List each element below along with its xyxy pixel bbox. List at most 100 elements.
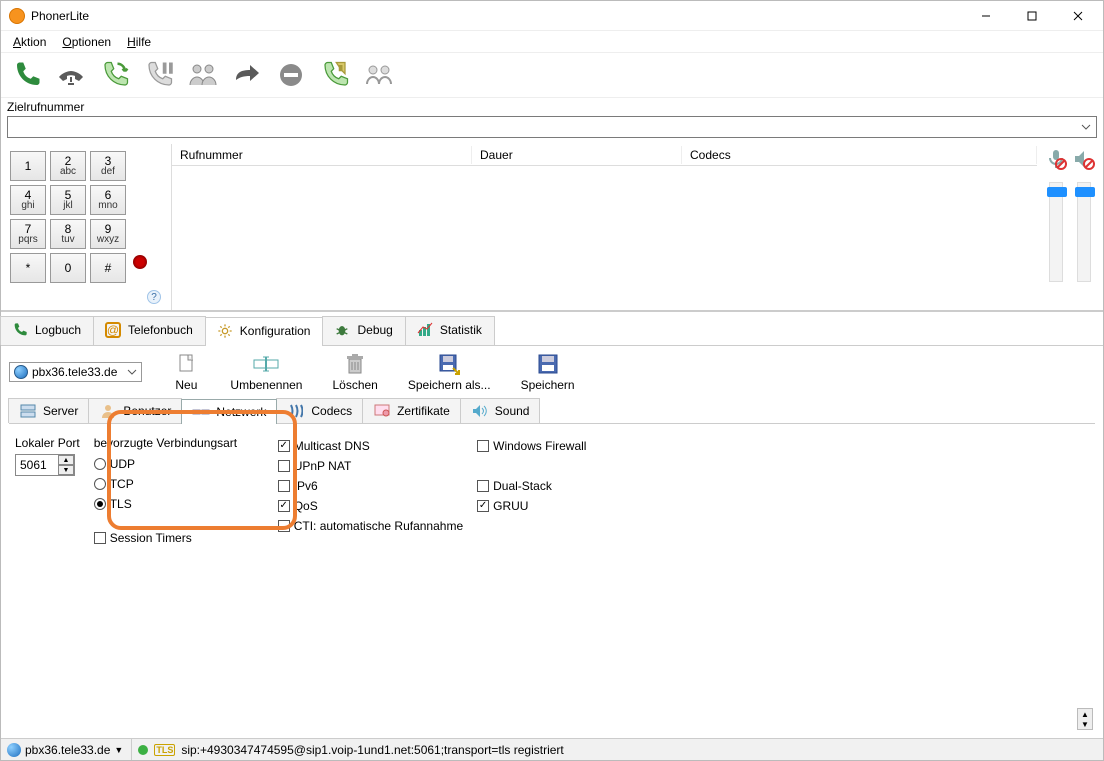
key-3[interactable]: 3def xyxy=(90,151,126,181)
tab-label: Telefonbuch xyxy=(128,323,193,337)
radio-udp[interactable]: UDP xyxy=(94,454,264,474)
dial-label: Zielrufnummer xyxy=(7,100,1097,114)
check-qos[interactable]: QoS xyxy=(278,496,463,516)
rename-button[interactable]: Umbenennen xyxy=(230,352,302,392)
chevron-down-icon[interactable] xyxy=(1078,119,1094,135)
redial-icon[interactable] xyxy=(95,57,135,93)
delete-button[interactable]: Löschen xyxy=(332,352,377,392)
check-windows-firewall[interactable]: Windows Firewall xyxy=(477,436,586,456)
key-5[interactable]: 5jkl xyxy=(50,185,86,215)
tab-statistik[interactable]: Statistik xyxy=(405,316,495,345)
call-waiting-icon[interactable] xyxy=(315,57,355,93)
chevron-down-icon xyxy=(127,367,137,377)
dial-number-input[interactable] xyxy=(7,116,1097,138)
subtab-server[interactable]: Server xyxy=(8,398,89,423)
mute-speaker-icon[interactable] xyxy=(1073,148,1095,170)
contacts-icon[interactable] xyxy=(359,57,399,93)
local-port-input[interactable]: 5061 ▲ ▼ xyxy=(15,454,75,476)
menu-aktion[interactable]: Aktion xyxy=(5,33,54,51)
speaker-volume-slider[interactable] xyxy=(1077,182,1091,282)
subtab-codecs[interactable]: Codecs xyxy=(276,398,363,423)
key-9[interactable]: 9wxyz xyxy=(90,219,126,249)
address-book-icon: @ xyxy=(104,321,122,339)
codecs-icon xyxy=(287,402,305,420)
record-icon[interactable] xyxy=(133,255,147,269)
check-dualstack[interactable]: Dual-Stack xyxy=(477,476,586,496)
chevron-down-icon[interactable]: ▼ xyxy=(114,745,123,755)
check-upnp[interactable]: UPnP NAT xyxy=(278,456,463,476)
label: Codecs xyxy=(311,404,352,418)
key-star[interactable]: * xyxy=(10,253,46,283)
conn-type-heading: bevorzugte Verbindungsart xyxy=(94,436,264,450)
subtab-zertifikate[interactable]: Zertifikate xyxy=(362,398,461,423)
col-codecs[interactable]: Codecs xyxy=(682,146,1037,164)
profile-name: pbx36.tele33.de xyxy=(32,365,117,379)
col-rufnummer[interactable]: Rufnummer xyxy=(172,146,472,164)
maximize-button[interactable] xyxy=(1009,1,1055,31)
menu-hilfe[interactable]: Hilfe xyxy=(119,33,159,51)
conference-icon[interactable] xyxy=(183,57,223,93)
hangup-icon[interactable] xyxy=(51,57,91,93)
key-2[interactable]: 2abc xyxy=(50,151,86,181)
label: Speichern xyxy=(521,378,575,392)
key-6[interactable]: 6mno xyxy=(90,185,126,215)
close-button[interactable] xyxy=(1055,1,1101,31)
label: Benutzer xyxy=(123,404,171,418)
tab-label: Debug xyxy=(357,323,392,337)
profile-spinner[interactable]: ▲▼ xyxy=(1077,708,1093,730)
key-7[interactable]: 7pqrs xyxy=(10,219,46,249)
subtab-sound[interactable]: Sound xyxy=(460,398,541,423)
check-gruu[interactable]: GRUU xyxy=(477,496,586,516)
tab-label: Logbuch xyxy=(35,323,81,337)
phone-log-icon xyxy=(11,321,29,339)
save-button[interactable]: Speichern xyxy=(521,352,575,392)
tab-label: Statistik xyxy=(440,323,482,337)
key-1[interactable]: 1 xyxy=(10,151,46,181)
spin-down[interactable]: ▼ xyxy=(58,465,74,475)
local-port-label: Lokaler Port xyxy=(15,436,80,450)
call-list: Rufnummer Dauer Codecs xyxy=(171,144,1037,310)
new-profile-button[interactable]: Neu xyxy=(172,352,200,392)
radio-tcp[interactable]: TCP xyxy=(94,474,264,494)
radio-tls[interactable]: TLS xyxy=(94,494,264,514)
label: Neu xyxy=(175,378,197,392)
status-online-icon xyxy=(138,745,148,755)
check-cti[interactable]: CTI: automatische Rufannahme xyxy=(278,516,463,536)
transfer-icon[interactable] xyxy=(227,57,267,93)
save-as-button[interactable]: Speichern als... xyxy=(408,352,491,392)
key-8[interactable]: 8tuv xyxy=(50,219,86,249)
app-icon xyxy=(9,8,25,24)
trash-icon xyxy=(341,352,369,376)
save-icon xyxy=(534,352,562,376)
tab-konfiguration[interactable]: Konfiguration xyxy=(205,317,324,346)
tls-badge: TLS xyxy=(154,744,175,756)
key-hash[interactable]: # xyxy=(90,253,126,283)
tab-logbuch[interactable]: Logbuch xyxy=(0,316,94,345)
chart-icon xyxy=(416,321,434,339)
profile-select[interactable]: pbx36.tele33.de xyxy=(9,362,142,382)
check-multicast[interactable]: Multicast DNS xyxy=(278,436,463,456)
subtab-benutzer[interactable]: Benutzer xyxy=(88,398,182,423)
subtab-netzwerk[interactable]: Netzwerk xyxy=(181,399,277,424)
dnd-icon[interactable] xyxy=(271,57,311,93)
key-0[interactable]: 0 xyxy=(50,253,86,283)
menu-optionen[interactable]: Optionen xyxy=(54,33,119,51)
tab-debug[interactable]: Debug xyxy=(322,316,405,345)
spin-up[interactable]: ▲ xyxy=(58,455,74,465)
mic-volume-slider[interactable] xyxy=(1049,182,1063,282)
check-session-timers[interactable]: Session Timers xyxy=(94,528,264,548)
hold-icon[interactable] xyxy=(139,57,179,93)
certificate-icon xyxy=(373,402,391,420)
key-4[interactable]: 4ghi xyxy=(10,185,46,215)
dial-icon[interactable] xyxy=(7,57,47,93)
check-ipv6[interactable]: IPv6 xyxy=(278,476,463,496)
label: Zertifikate xyxy=(397,404,450,418)
window-title: PhonerLite xyxy=(31,9,89,23)
col-dauer[interactable]: Dauer xyxy=(472,146,682,164)
globe-icon xyxy=(7,743,21,757)
mute-mic-icon[interactable] xyxy=(1045,148,1067,170)
tab-telefonbuch[interactable]: @ Telefonbuch xyxy=(93,316,206,345)
status-sip: sip:+4930347474595@sip1.voip-1und1.net:5… xyxy=(181,743,563,757)
info-icon[interactable]: ? xyxy=(147,290,161,304)
minimize-button[interactable] xyxy=(963,1,1009,31)
